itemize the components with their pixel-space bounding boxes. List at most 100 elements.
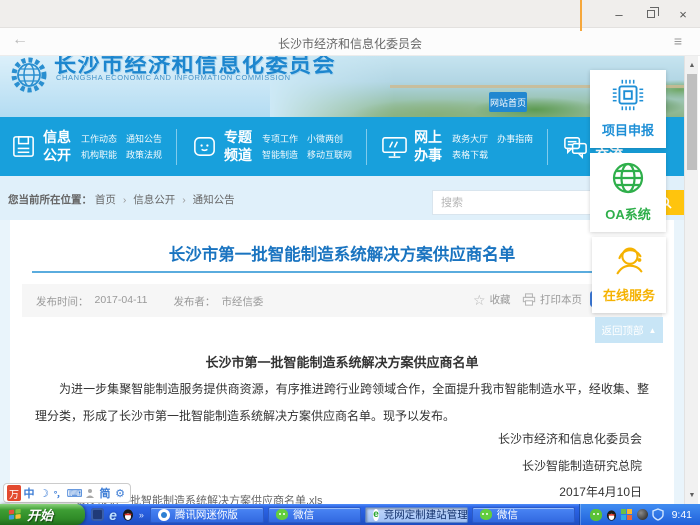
nav-link[interactable]: 政策法规 [126, 148, 162, 161]
window-titlebar: – × [0, 0, 700, 28]
taskbar-task-jingwang-active[interactable]: e 竞网定制建站管理... [365, 507, 468, 523]
nav-link[interactable]: 表格下载 [452, 148, 488, 161]
nav-divider [366, 129, 367, 165]
nav-link[interactable]: 机构职能 [81, 148, 117, 161]
hamburger-menu-icon[interactable]: ≡ [674, 33, 682, 49]
taskbar-task-wechat-1[interactable]: 微信 [268, 507, 361, 523]
start-label: 开始 [27, 505, 53, 524]
publish-time-label: 发布时间： [36, 294, 89, 309]
sidebar-item-online-service[interactable]: 在线服务 [592, 237, 666, 313]
nav-link[interactable]: 移动互联网 [307, 148, 352, 161]
breadcrumb: 您当前所在位置： 首页 › 信息公开 › 通知公告 [8, 192, 235, 207]
breadcrumb-label: 您当前所在位置： [8, 194, 92, 206]
nav-link[interactable]: 工作动态 [81, 132, 117, 145]
nav-title-online[interactable]: 网上办事 [414, 129, 446, 164]
site-name-english: CHANGSHA ECONOMIC AND INFORMATION COMMIS… [56, 73, 291, 82]
nav-link[interactable]: 智能制造 [262, 148, 298, 161]
nav-link[interactable]: 小微两创 [307, 132, 352, 145]
nav-section-channel[interactable]: 专题频道 专项工作 小微两创 智能制造 移动互联网 [181, 129, 362, 164]
windows-flag-icon [8, 508, 22, 521]
tray-qq-icon[interactable] [606, 509, 617, 521]
nav-title-channel[interactable]: 专题频道 [224, 129, 256, 164]
article-meta-bar: 发布时间： 2017-04-11 发布者： 市经信委 ☆ 收藏 打印本页 [22, 284, 662, 317]
wechat-icon [276, 509, 288, 520]
taskbar-task-tencent-mini[interactable]: 腾讯网迷你版 [150, 507, 264, 523]
taskbar: 开始 e » 腾讯网迷你版 微信 e 竞网定制建站管理... 微信 [0, 504, 700, 525]
signature-date: 2017年4月10日 [559, 483, 642, 500]
print-button[interactable]: 打印本页 [522, 292, 582, 307]
publisher-value: 市经信委 [221, 294, 263, 309]
breadcrumb-item-home[interactable]: 首页 [95, 194, 116, 206]
scroll-down-arrow[interactable]: ▼ [685, 488, 699, 502]
scroll-up-arrow[interactable]: ▲ [685, 58, 699, 72]
sidebar-label: 在线服务 [603, 285, 655, 304]
nav-link[interactable]: 专项工作 [262, 132, 298, 145]
breadcrumb-item-info[interactable]: 信息公开 [133, 194, 175, 206]
nav-divider [547, 129, 548, 165]
ime-punctuation-icon[interactable]: °， [52, 485, 66, 501]
ime-wan-icon[interactable]: 万 [7, 485, 21, 501]
nav-link[interactable]: 办事指南 [497, 132, 533, 145]
restore-icon [647, 10, 655, 18]
globe-icon [608, 158, 648, 198]
ime-settings-gear-icon[interactable]: ⚙ [113, 485, 127, 501]
title-divider [32, 271, 646, 273]
nav-title-info[interactable]: 信息公开 [43, 129, 75, 164]
ime-toolbar[interactable]: 万 中 ☽ °， ⌨ 简 ⚙ [3, 483, 131, 503]
cpu-chip-icon [609, 76, 647, 114]
desktop-screen: – × ← 长沙市经济和信息化委员会 ≡ 长沙市经济和信息化委员会 CHANGS… [0, 0, 700, 525]
wechat-icon [480, 509, 492, 520]
quick-launch-expand-icon[interactable]: » [139, 510, 144, 520]
tray-utility-icon[interactable] [637, 509, 648, 520]
nav-link[interactable]: 政务大厅 [452, 132, 488, 145]
sidebar-label: OA系统 [605, 204, 651, 223]
signature-org-2: 长沙智能制造研究总院 [522, 457, 642, 474]
taskbar-task-wechat-2[interactable]: 微信 [472, 507, 575, 523]
breadcrumb-bar: 您当前所在位置： 首页 › 信息公开 › 通知公告 [0, 176, 684, 220]
tray-security-shield-icon[interactable] [652, 508, 664, 521]
site-banner: 长沙市经济和信息化委员会 CHANGSHA ECONOMIC AND INFOR… [0, 56, 684, 117]
restore-button[interactable] [642, 5, 660, 23]
minimize-button[interactable]: – [610, 5, 628, 23]
chat-bubbles-icon [562, 133, 589, 160]
quick-launch: e » [85, 504, 150, 525]
scrollbar-thumb[interactable] [687, 74, 697, 170]
ime-simplified-icon[interactable]: 简 [98, 485, 112, 501]
ime-chinese-mode-icon[interactable]: 中 [22, 485, 36, 501]
ime-user-icon[interactable] [83, 485, 97, 501]
monitor-icon [381, 133, 408, 160]
publisher-label: 发布者： [173, 294, 215, 309]
start-button[interactable]: 开始 [0, 504, 85, 525]
publish-time-value: 2017-04-11 [95, 294, 148, 309]
sidebar-item-oa-system[interactable]: OA系统 [590, 153, 666, 232]
breadcrumb-item-notice[interactable]: 通知公告 [193, 194, 235, 206]
qq-penguin-icon[interactable] [122, 508, 134, 521]
article-body-heading: 长沙市第一批智能制造系统解决方案供应商名单 [10, 352, 674, 371]
nav-section-online[interactable]: 网上办事 政务大厅 办事指南 表格下载 [371, 129, 543, 164]
star-icon: ☆ [473, 293, 486, 307]
tray-app-grid-icon[interactable] [621, 509, 633, 521]
back-to-top-button[interactable]: 返回顶部 ▲ [595, 317, 663, 343]
scrollbar[interactable]: ▲ ▼ [684, 56, 698, 504]
tencent-compass-icon [158, 509, 170, 521]
back-to-top-label: 返回顶部 [602, 323, 644, 338]
system-tray: 9:41 [579, 504, 700, 525]
sidebar-item-project-apply[interactable]: 项目申报 [590, 70, 666, 148]
home-page-button[interactable]: 网站首页 [489, 92, 527, 112]
window-controls: – × [610, 0, 692, 28]
show-desktop-icon[interactable] [91, 508, 104, 521]
signature-org-1: 长沙市经济和信息化委员会 [498, 430, 642, 447]
browser-toolbar: ← 长沙市经济和信息化委员会 ≡ [0, 28, 700, 56]
favorite-button[interactable]: ☆ 收藏 [473, 292, 511, 307]
close-button[interactable]: × [674, 5, 692, 23]
task-label: 微信 [293, 507, 314, 522]
tray-wechat-icon[interactable] [590, 509, 602, 521]
pointer-marker-line [580, 0, 582, 31]
internet-explorer-icon[interactable]: e [109, 508, 117, 522]
info-disclosure-icon [10, 133, 37, 160]
nav-link[interactable]: 通知公告 [126, 132, 162, 145]
ime-keyboard-icon[interactable]: ⌨ [67, 485, 82, 501]
ime-halfmoon-icon[interactable]: ☽ [37, 485, 51, 501]
nav-section-info[interactable]: 信息公开 工作动态 通知公告 机构职能 政策法规 [0, 129, 172, 164]
article-paragraph: 为进一步集聚智能制造服务提供商资源，有序推进跨行业跨领域合作，全面提升我市智能制… [35, 376, 649, 430]
